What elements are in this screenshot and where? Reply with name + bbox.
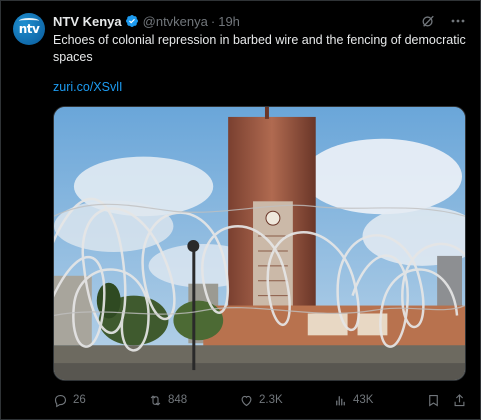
tweet-header: NTV Kenya @ntvkenya · 19h — [53, 12, 240, 30]
share-button[interactable] — [452, 393, 467, 408]
timestamp[interactable]: 19h — [218, 14, 240, 29]
tweet-image[interactable] — [53, 106, 466, 381]
like-button[interactable]: 2.3K — [239, 393, 283, 408]
repost-icon — [150, 394, 161, 406]
top-actions — [420, 13, 466, 29]
repost-button[interactable]: 848 — [148, 393, 187, 408]
views-icon — [336, 395, 345, 405]
views-button[interactable]: 43K — [333, 393, 373, 408]
tweet-link[interactable]: zuri.co/XSvlI — [53, 80, 122, 94]
avatar[interactable]: ntv — [13, 13, 45, 45]
reply-icon — [54, 394, 67, 407]
author-name[interactable]: NTV Kenya — [53, 14, 122, 29]
like-count: 2.3K — [259, 394, 283, 406]
author-handle[interactable]: @ntvkenya — [143, 14, 208, 29]
action-bar: 26 848 2.3K 43K — [53, 391, 469, 409]
view-count: 43K — [353, 394, 374, 406]
bookmark-button[interactable] — [426, 393, 441, 408]
like-icon — [241, 395, 252, 406]
reply-count: 26 — [73, 394, 86, 406]
repost-count: 848 — [168, 394, 188, 406]
verified-badge-icon — [125, 14, 139, 28]
kicc-photo-illustration — [54, 107, 465, 380]
reply-button[interactable]: 26 — [53, 393, 86, 408]
more-icon[interactable] — [450, 13, 466, 29]
bookmark-icon — [429, 394, 438, 407]
separator-dot: · — [210, 13, 216, 29]
grok-icon[interactable] — [420, 13, 436, 29]
tweet-card[interactable]: ntv NTV Kenya @ntvkenya · 19h Echoes of … — [0, 0, 481, 420]
avatar-logo-text: ntv — [18, 22, 40, 36]
tweet-text: Echoes of colonial repression in barbed … — [53, 33, 466, 64]
share-icon — [454, 393, 465, 406]
